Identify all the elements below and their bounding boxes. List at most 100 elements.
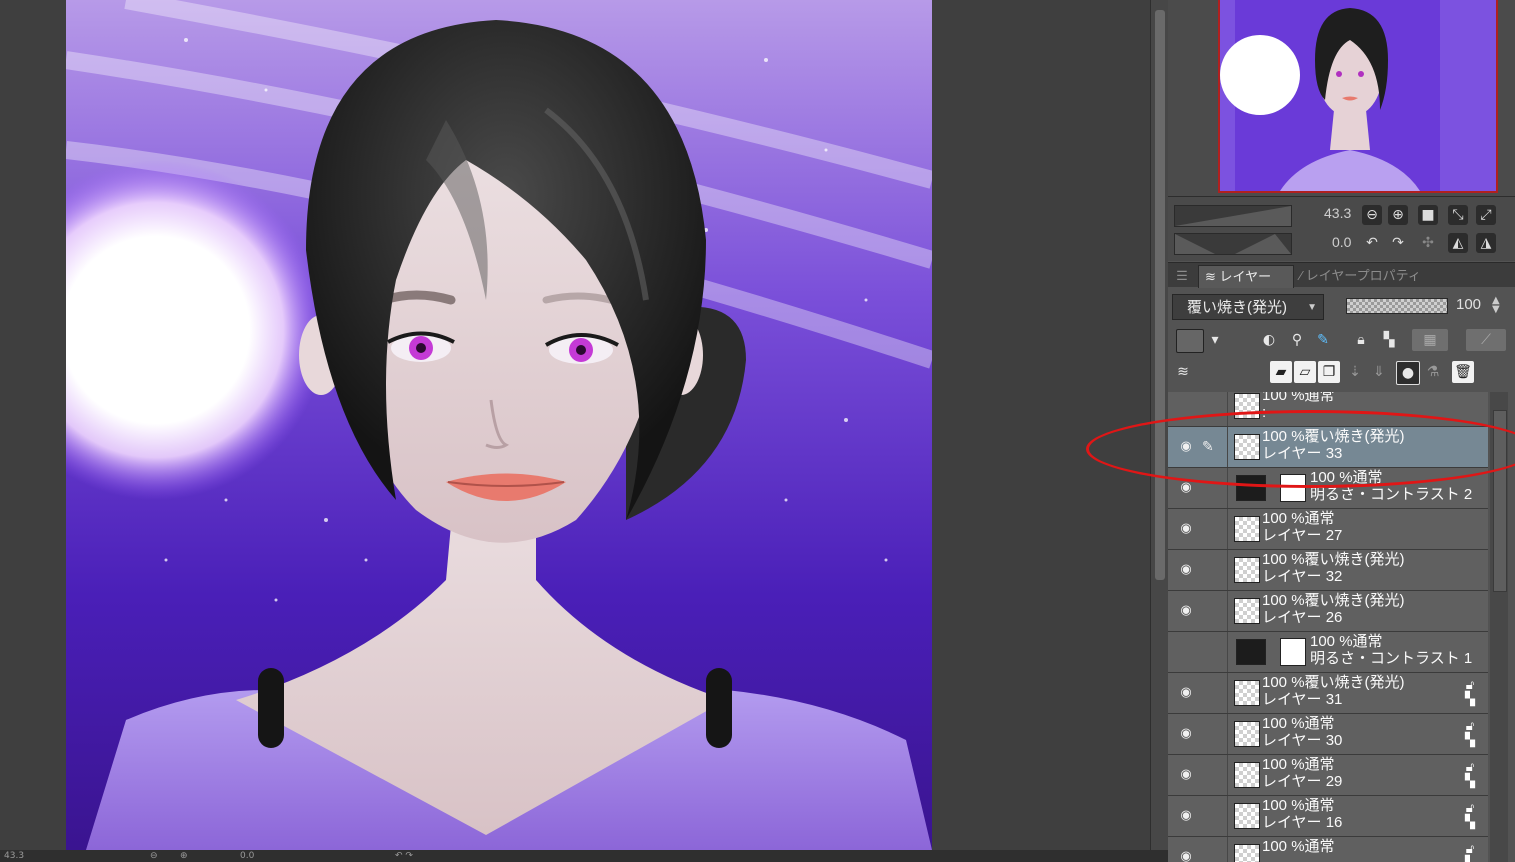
layer-row[interactable]: ◉ 100 %覆い焼き(発光) レイヤー 26	[1168, 591, 1488, 632]
tab-layer[interactable]: ≋ レイヤー	[1198, 265, 1294, 288]
layer-row[interactable]: 100 %通常 明るさ・コントラスト 1	[1168, 632, 1488, 673]
blend-mode-value: 覆い焼き(発光)	[1187, 299, 1287, 316]
layer-mode-label: 100 %通常	[1262, 392, 1335, 404]
layer-row-divider	[1227, 837, 1228, 862]
new-raster-layer-icon[interactable]: ▰	[1270, 361, 1292, 383]
layer-thumbnail	[1234, 598, 1260, 624]
draft-layer-icon[interactable]: ✎	[1312, 329, 1334, 351]
layer-name-label: レイヤー 30	[1262, 732, 1343, 749]
layer-row[interactable]: ◉ 100 %通常 レイヤー 29 🔓︎ ▚	[1168, 755, 1488, 796]
visibility-eye-icon[interactable]	[1176, 644, 1196, 660]
new-folder-icon[interactable]: ❐	[1318, 361, 1340, 383]
zoom-out-icon[interactable]: ⊖	[150, 850, 158, 862]
flip-vertical-icon[interactable]: ◮	[1476, 233, 1496, 253]
reference-layer-icon[interactable]: ⚲	[1286, 329, 1308, 351]
ruler-icon[interactable]: ⟋	[1466, 329, 1506, 351]
right-panel: 43.3 0.0 ⊖ ⊕ ■ ⤡ ⤢ ↶ ↷ ✣ ◭ ◮ ☰ ≋ レイヤー ⁄ …	[1168, 0, 1515, 862]
layer-row[interactable]: 100 %通常:	[1168, 392, 1488, 427]
layer-row-divider	[1227, 509, 1228, 549]
reset-rotation-icon[interactable]: ✣	[1418, 233, 1438, 253]
layer-row[interactable]: ◉ 100 %覆い焼き(発光) レイヤー 31 🔓︎ ▚	[1168, 673, 1488, 714]
layer-row[interactable]: ◉ 100 %覆い焼き(発光) レイヤー 32	[1168, 550, 1488, 591]
layer-scrollbar-thumb[interactable]	[1493, 410, 1507, 592]
zoom-out-icon[interactable]: ⊖	[1362, 205, 1382, 225]
blend-mode-row: 覆い焼き(発光) ▼ 100 ▲ ▼	[1168, 288, 1515, 324]
layer-thumbnail	[1234, 557, 1260, 583]
chevron-down-icon: ▼	[1307, 302, 1317, 313]
canvas-area[interactable]	[0, 0, 1150, 850]
trash-icon[interactable]: 🗑︎	[1452, 361, 1474, 383]
flip-h-icon[interactable]: ⤡	[1448, 205, 1468, 225]
layer-row-divider	[1227, 714, 1228, 754]
transfer-down-icon[interactable]: ⇣	[1344, 361, 1366, 383]
flip-horizontal-icon[interactable]: ◭	[1448, 233, 1468, 253]
combine-down-icon[interactable]: ⇓	[1368, 361, 1390, 383]
layer-name-label: レイヤー 16	[1262, 814, 1343, 831]
visibility-eye-icon[interactable]: ◉	[1176, 603, 1196, 619]
portrait-illustration	[66, 0, 932, 850]
lock-icon[interactable]: 🔒︎	[1350, 329, 1372, 351]
zoom-in-icon[interactable]: ⊕	[1388, 205, 1408, 225]
artwork-canvas[interactable]	[66, 0, 932, 850]
layer-row-divider	[1227, 392, 1228, 426]
canvas-status-bar: 43.3 ⊖ ⊕ 0.0 ↶ ↷	[0, 850, 1168, 862]
layer-row[interactable]: ◉ ✎ 100 %覆い焼き(発光) レイヤー 33	[1168, 427, 1488, 468]
layer-row[interactable]: ◉ 100 %通常 レイヤー 27	[1168, 509, 1488, 550]
fit-icon[interactable]: ■	[1418, 205, 1438, 225]
opacity-slider[interactable]	[1346, 298, 1448, 314]
scrollbar-thumb[interactable]	[1155, 10, 1165, 580]
navigator-preview[interactable]	[1218, 0, 1498, 193]
layer-row[interactable]: ◉ 100 %通常 🔓︎▚	[1168, 837, 1488, 862]
tab-layer-property[interactable]: ⁄ レイヤープロパティ	[1292, 265, 1440, 287]
chevron-down-icon[interactable]: ▾	[1204, 329, 1226, 351]
flip-v-icon[interactable]: ⤢	[1476, 205, 1496, 225]
new-vector-layer-icon[interactable]: ▱	[1294, 361, 1316, 383]
canvas-vertical-scrollbar[interactable]	[1150, 0, 1169, 850]
layer-row[interactable]: ◉ 100 %通常 明るさ・コントラスト 2	[1168, 468, 1488, 509]
visibility-eye-icon[interactable]: ◉	[1176, 685, 1196, 701]
adjustment-layer-icon	[1236, 639, 1266, 665]
layer-name-label: 明るさ・コントラスト 1	[1310, 650, 1473, 667]
rotate-icon[interactable]: ↶ ↷	[395, 850, 413, 862]
layer-name-label: レイヤー 33	[1262, 445, 1343, 462]
mask-enable-icon[interactable]: ▦	[1412, 329, 1448, 351]
apply-mask-icon[interactable]: ⚗	[1422, 361, 1444, 383]
layer-row[interactable]: ◉ 100 %通常 レイヤー 16 🔓︎ ▚	[1168, 796, 1488, 837]
layer-mode-label: 100 %通常	[1262, 838, 1335, 855]
zoom-in-icon[interactable]: ⊕	[180, 850, 188, 862]
opacity-spinner-icon[interactable]: ▲ ▼	[1492, 296, 1500, 315]
visibility-eye-icon[interactable]: ◉	[1176, 808, 1196, 824]
layer-row-divider	[1227, 427, 1228, 467]
visibility-eye-icon[interactable]: ◉	[1176, 767, 1196, 783]
layer-tool-row-2: ≋ ▰ ▱ ❐ ⇣ ⇓ ● ⚗ 🗑︎	[1168, 356, 1515, 388]
rotate-slider[interactable]	[1174, 233, 1292, 255]
layer-row[interactable]: ◉ 100 %通常 レイヤー 30 🔓︎ ▚	[1168, 714, 1488, 755]
visibility-eye-icon[interactable]: ◉	[1176, 726, 1196, 742]
zoom-slider[interactable]	[1174, 205, 1292, 227]
layer-mode-label: 100 %通常	[1310, 633, 1383, 650]
blend-mode-select[interactable]: 覆い焼き(発光) ▼	[1172, 294, 1324, 320]
layer-name-label: レイヤー 29	[1262, 773, 1343, 790]
rotate-left-icon[interactable]: ↶	[1362, 233, 1382, 253]
layer-color-icon[interactable]	[1176, 329, 1204, 353]
layer-stack-icon[interactable]: ≋	[1172, 361, 1194, 383]
create-mask-icon[interactable]: ●	[1396, 361, 1420, 385]
layer-tool-row-1: ▾ ◐ ⚲ ✎ 🔒︎ ▚ ▦ ⟋	[1168, 324, 1515, 356]
panel-menu-icon[interactable]: ☰	[1172, 265, 1192, 287]
layer-mode-label: 100 %通常	[1310, 469, 1383, 486]
clipping-icon[interactable]: ◐	[1258, 329, 1280, 351]
visibility-eye-icon[interactable]: ◉	[1176, 439, 1196, 455]
layer-thumbnail	[1234, 844, 1260, 862]
visibility-eye-icon[interactable]: ◉	[1176, 849, 1196, 862]
layer-mode-label: 100 %覆い焼き(発光)	[1262, 674, 1405, 691]
zoom-value: 43.3	[1324, 205, 1352, 221]
layer-list-scrollbar[interactable]	[1490, 392, 1508, 862]
rotate-right-icon[interactable]: ↷	[1388, 233, 1408, 253]
layer-thumbnail	[1234, 393, 1260, 419]
visibility-eye-icon[interactable]: ◉	[1176, 562, 1196, 578]
visibility-eye-icon[interactable]: ◉	[1176, 521, 1196, 537]
lock-transparency-icon[interactable]: ▚	[1378, 329, 1400, 351]
navigator-panel	[1168, 0, 1515, 196]
visibility-eye-icon[interactable]: ◉	[1176, 480, 1196, 496]
visibility-eye-icon[interactable]	[1176, 398, 1196, 414]
